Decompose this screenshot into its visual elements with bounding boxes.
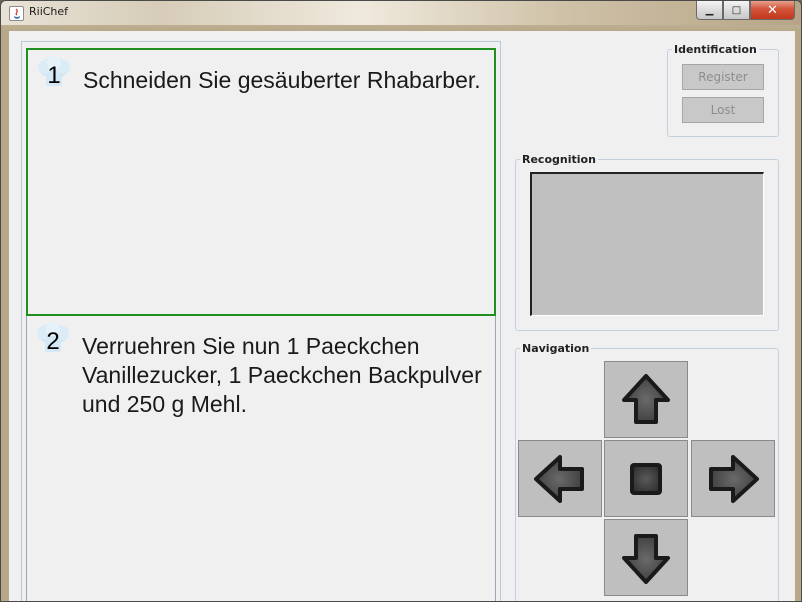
recognition-group: Recognition [515,153,779,331]
navigate-down-button[interactable] [604,519,688,596]
close-button[interactable]: ✕ [750,1,795,20]
window-controls: ▁ □ ✕ [696,1,795,20]
identification-title: Identification [674,43,757,56]
navigation-title: Navigation [522,342,590,355]
step-number: 2 [46,328,60,355]
step-text: Verruehren Sie nun 1 Paeckchen Vanillezu… [82,333,482,417]
chef-hat-icon: 2 [35,322,71,355]
stop-icon [630,462,662,495]
navigation-group: Navigation [515,342,779,601]
recipe-steps-list[interactable]: 1 Schneiden Sie gesäuberter Rhabarber. 2… [21,41,501,601]
lost-button[interactable]: Lost [682,97,764,123]
identification-group: Identification Register Lost [667,43,779,137]
arrow-down-icon [622,533,670,584]
title-bar[interactable]: RiiChef ▁ □ ✕ [1,1,801,25]
window-title: RiiChef [29,5,69,18]
content-pane: 1 Schneiden Sie gesäuberter Rhabarber. 2… [9,31,795,601]
step-number: 1 [47,62,61,89]
register-button[interactable]: Register [682,64,764,90]
navigate-left-button[interactable] [518,440,602,517]
recipe-step-1[interactable]: 1 Schneiden Sie gesäuberter Rhabarber. [26,48,496,316]
step-text: Schneiden Sie gesäuberter Rhabarber. [83,67,481,93]
recognition-display [530,172,764,316]
select-button[interactable] [604,440,688,517]
maximize-button[interactable]: □ [723,1,750,20]
arrow-right-icon [709,454,759,503]
minimize-button[interactable]: ▁ [696,1,723,20]
recognition-title: Recognition [522,153,596,166]
app-window: RiiChef ▁ □ ✕ 1 Schneiden Sie gesäuberte… [0,0,802,602]
recipe-step-2[interactable]: 2 Verruehren Sie nun 1 Paeckchen Vanille… [26,316,496,601]
arrow-up-icon [622,373,670,424]
java-app-icon [9,6,24,21]
arrow-left-icon [534,454,584,503]
navigate-up-button[interactable] [604,361,688,438]
close-icon: ✕ [767,2,778,18]
maximize-icon: □ [731,4,742,16]
navigate-right-button[interactable] [691,440,775,517]
chef-hat-icon: 1 [36,56,72,89]
minimize-icon: ▁ [705,4,714,16]
